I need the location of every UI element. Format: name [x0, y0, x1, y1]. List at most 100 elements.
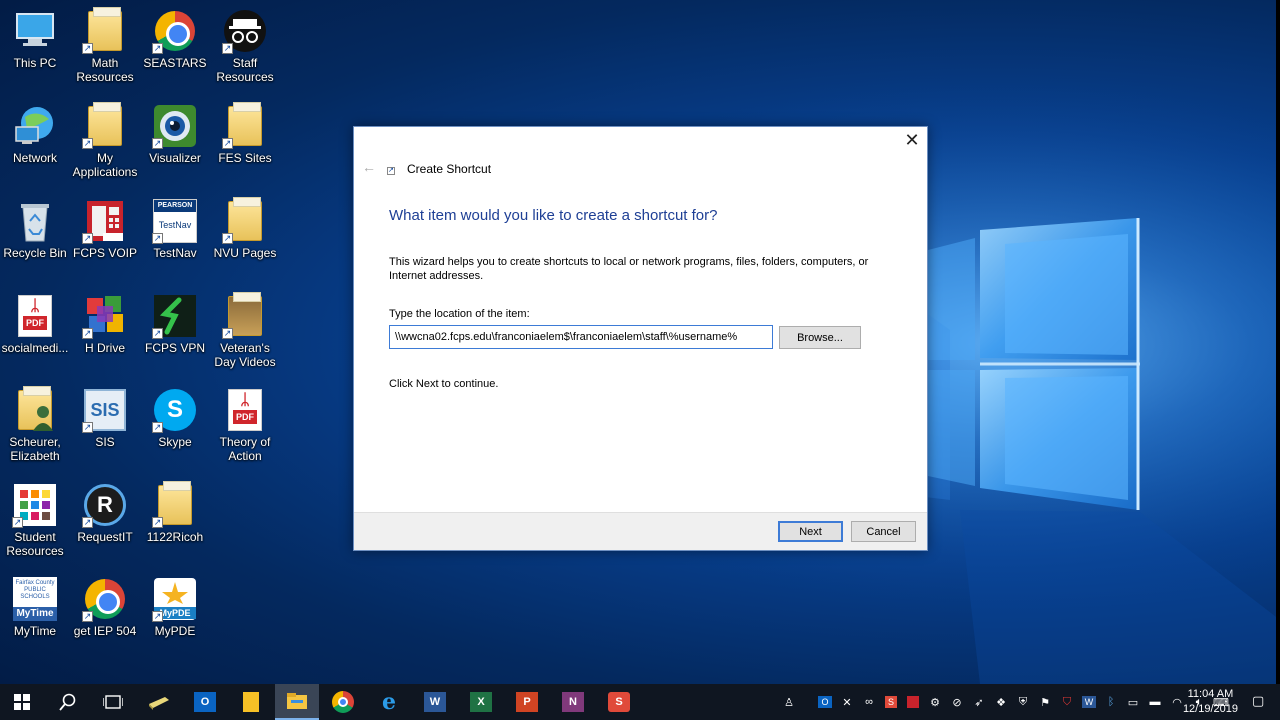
mcafee-icon[interactable]: ⛉ [1056, 684, 1078, 720]
desktop-icon-mypde[interactable]: MyPDE ↗ MyPDE [140, 576, 210, 638]
taskbar-onenote[interactable]: N [551, 684, 595, 720]
desktop-icon-label: This PC [13, 56, 57, 70]
arrow-icon[interactable]: ➶ [968, 684, 990, 720]
back-arrow-icon[interactable]: ← [362, 159, 376, 175]
search-button[interactable] [46, 684, 90, 720]
user-folder-icon [12, 386, 58, 433]
snagit-icon: S [608, 692, 630, 712]
desktop-icon-label: TestNav [153, 246, 197, 260]
desktop-icon-nvu-pages[interactable]: ↗ NVU Pages [210, 197, 280, 260]
desktop-icon-theory-of-action[interactable]: ᛦ PDF Theory of Action [210, 387, 280, 463]
desktop-icon-veterans-day-videos[interactable]: ↗ Veteran's Day Videos [210, 292, 280, 369]
desktop-icon-requestit[interactable]: R ↗ RequestIT [70, 482, 140, 544]
battery-icon[interactable]: ▬ [1144, 684, 1166, 720]
start-button[interactable] [0, 684, 44, 720]
desktop-icon-sis[interactable]: SIS ↗ SIS [70, 387, 140, 449]
taskbar-sticky-app[interactable] [137, 684, 181, 720]
desktop-icon-fcps-voip[interactable]: ↗ FCPS VOIP [70, 198, 140, 260]
tray-app-icon[interactable]: ✕ [836, 684, 858, 720]
desktop-icon-label: Theory of Action [219, 435, 271, 463]
desktop-icon-1122ricoh[interactable]: ↗ 1122Ricoh [140, 481, 210, 544]
desktop-icon-fes-sites[interactable]: ↗ FES Sites [210, 102, 280, 165]
screen-edge-strip [1276, 0, 1280, 684]
folder-icon: ↗ [222, 102, 268, 149]
keep-icon [243, 692, 259, 712]
desktop-icon-testnav[interactable]: PEARSON TestNav ↗ TestNav [140, 198, 210, 260]
desktop-icon-get-iep-504[interactable]: ↗ get IEP 504 [70, 576, 140, 638]
location-input[interactable] [389, 325, 773, 349]
desktop-icon-seastars[interactable]: ↗ SEASTARS [140, 8, 210, 70]
display-icon[interactable]: ▭ [1122, 684, 1144, 720]
taskbar-internet-explorer[interactable]: e [367, 684, 411, 720]
search-icon [59, 693, 76, 711]
recycle-bin-icon [12, 198, 58, 244]
desktop-icon-math-resources[interactable]: ↗ Math Resources [70, 7, 140, 84]
desktop-icon-h-drive[interactable]: ↗ H Drive [70, 293, 140, 355]
pdf-icon: ᛦ PDF [12, 293, 58, 339]
shield-icon[interactable]: ⛨ [1012, 684, 1034, 720]
desktop-icon-my-applications[interactable]: ↗ My Applications [70, 102, 140, 179]
taskbar-excel[interactable]: X [459, 684, 503, 720]
network-drive-icon[interactable]: ⚑ [1034, 684, 1056, 720]
desktop-icon-label: Skype [158, 435, 192, 449]
outlook-tray-icon[interactable]: O [814, 684, 836, 720]
desktop-icon-label: socialmedi... [1, 341, 69, 355]
location-label: Type the location of the item: [389, 308, 530, 320]
desktop-icon-label: Scheurer, Elizabeth [9, 435, 61, 463]
notification-icon[interactable]: ▢ [1252, 693, 1270, 711]
taskbar-chrome[interactable] [321, 684, 365, 720]
folder-icon: ↗ [82, 102, 128, 149]
desktop-icon-mytime[interactable]: Fairfax County PUBLIC SCHOOLS MyTime MyT… [0, 576, 70, 638]
create-shortcut-dialog: ✕ ← ↗ Create Shortcut What item would yo… [353, 126, 928, 551]
next-button[interactable]: Next [778, 521, 843, 542]
desktop-icon-student-resources[interactable]: ↗ Student Resources [0, 482, 70, 558]
taskbar-outlook[interactable]: O [183, 684, 227, 720]
app-icon[interactable]: ❖ [990, 684, 1012, 720]
folder-icon: ↗ [82, 7, 128, 54]
desktop-icon-network[interactable]: Network [0, 103, 70, 165]
desktop-icon-skype[interactable]: S ↗ Skype [140, 387, 210, 449]
link-icon[interactable]: ∞ [858, 684, 880, 720]
continue-hint: Click Next to continue. [389, 378, 499, 390]
taskbar-powerpoint[interactable]: P [505, 684, 549, 720]
powerpoint-icon: P [516, 692, 538, 712]
taskbar-word[interactable]: W [413, 684, 457, 720]
snagit-tray-icon[interactable]: S [880, 684, 902, 720]
cancel-button[interactable]: Cancel [851, 521, 916, 542]
desktop-icon-this-pc[interactable]: This PC [0, 8, 70, 70]
bluetooth-icon[interactable]: ᛒ [1100, 684, 1122, 720]
word-icon: W [424, 692, 446, 712]
blocked-icon[interactable]: ⊘ [946, 684, 968, 720]
close-button[interactable]: ✕ [901, 130, 923, 152]
task-view-button[interactable] [91, 684, 135, 720]
people-icon[interactable]: ♙ [778, 684, 800, 720]
outlook-icon: O [194, 692, 216, 712]
shortcut-icon: ↗ [387, 167, 395, 175]
word-tray-icon[interactable]: W [1078, 684, 1100, 720]
desktop-icon-scheurer-elizabeth[interactable]: Scheurer, Elizabeth [0, 386, 70, 463]
taskbar-file-explorer[interactable] [275, 684, 319, 720]
desktop-icon-visualizer[interactable]: ↗ Visualizer [140, 103, 210, 165]
gear-icon[interactable]: ⚙ [924, 684, 946, 720]
desktop-icon-socialmedia[interactable]: ᛦ PDF socialmedi... [0, 293, 70, 355]
onenote-icon: N [562, 692, 584, 712]
network-icon [12, 103, 58, 149]
clock-time: 11:04 AM [1187, 688, 1234, 700]
red-app-icon[interactable] [902, 684, 924, 720]
wizard-description: This wizard helps you to create shortcut… [389, 256, 869, 282]
excel-icon: X [470, 692, 492, 712]
sis-icon: SIS ↗ [82, 387, 128, 433]
desktop-icon-label: MyTime [13, 624, 57, 638]
taskbar-snagit[interactable]: S [597, 684, 641, 720]
browse-button[interactable]: Browse... [779, 326, 861, 349]
desktop-icon-recycle-bin[interactable]: Recycle Bin [0, 198, 70, 260]
taskbar-keep[interactable] [229, 684, 273, 720]
desktop-icon-label: FCPS VOIP [72, 246, 137, 260]
desktop-icon-staff-resources[interactable]: ↗ Staff Resources [210, 8, 280, 84]
tray-spacer [800, 684, 814, 720]
computer-icon [12, 8, 58, 54]
folder-icon: ↗ [222, 292, 268, 339]
desktop-icon-fcps-vpn[interactable]: ↗ FCPS VPN [140, 293, 210, 355]
clock[interactable]: 11:04 AM 12/19/2019 [1183, 687, 1238, 717]
desktop-icon-label: RequestIT [77, 530, 133, 544]
